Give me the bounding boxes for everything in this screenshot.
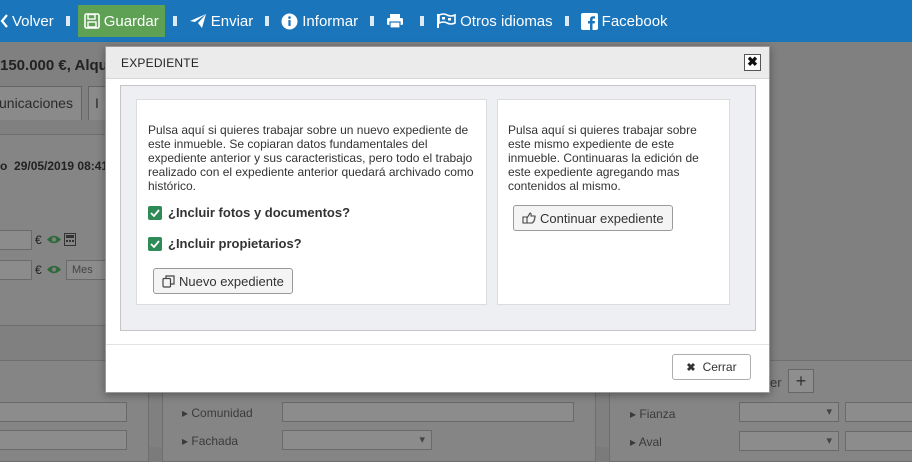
fianza-amount-input[interactable] bbox=[845, 402, 912, 422]
mes-input[interactable]: Mes bbox=[66, 260, 106, 280]
eye-icon[interactable] bbox=[46, 234, 62, 245]
dialog-title: EXPEDIENTE bbox=[121, 56, 200, 70]
currency-symbol: € bbox=[35, 233, 42, 247]
cerrar-button[interactable]: ✖ Cerrar bbox=[672, 354, 751, 380]
facebook-button[interactable]: Facebook bbox=[577, 5, 672, 37]
close-x-icon: ✖ bbox=[686, 361, 696, 374]
guardar-button[interactable]: Guardar bbox=[77, 5, 165, 37]
enviar-label: Enviar bbox=[210, 12, 254, 30]
nuevo-expediente-label: Nuevo expediente bbox=[179, 273, 284, 289]
toolbar-separator bbox=[564, 16, 569, 26]
fianza-label: ▸ Fianza bbox=[630, 407, 676, 421]
nuevo-expediente-description: Pulsa aquí si quieres trabajar sobre un … bbox=[148, 123, 474, 193]
incluir-fotos-checkbox[interactable]: ¿Incluir fotos y documentos? bbox=[148, 205, 350, 220]
printer-icon bbox=[387, 14, 404, 29]
volver-button[interactable]: Volver bbox=[0, 5, 58, 37]
incluir-propietarios-checkbox[interactable]: ¿Incluir propietarios? bbox=[148, 236, 302, 251]
save-icon bbox=[83, 13, 100, 29]
continuar-expediente-description: Pulsa aquí si quieres trabajar sobre est… bbox=[508, 123, 699, 193]
toolbar-separator bbox=[172, 16, 177, 26]
informar-button[interactable]: Informar bbox=[277, 5, 362, 37]
copy-icon bbox=[162, 274, 175, 288]
aval-select[interactable]: ▾ bbox=[739, 431, 839, 451]
checkmark-icon bbox=[148, 236, 162, 251]
toolbar-separator bbox=[65, 16, 70, 26]
volver-label: Volver bbox=[12, 12, 54, 30]
aval-amount-input[interactable] bbox=[845, 431, 912, 451]
price-input[interactable] bbox=[0, 230, 32, 250]
top-toolbar: Volver Guardar Enviar Informar Otros idi… bbox=[0, 0, 912, 42]
chevron-left-icon bbox=[0, 14, 8, 28]
continuar-expediente-button[interactable]: Continuar expediente bbox=[513, 205, 673, 231]
otros-idiomas-button[interactable]: Otros idiomas bbox=[432, 5, 557, 37]
incluir-fotos-label: ¿Incluir fotos y documentos? bbox=[168, 205, 351, 220]
hand-pointer-icon bbox=[522, 212, 536, 224]
left-field-2[interactable] bbox=[0, 430, 127, 450]
otros-idiomas-label: Otros idiomas bbox=[460, 12, 553, 30]
paper-plane-icon bbox=[189, 14, 206, 28]
eye-icon[interactable] bbox=[46, 264, 62, 275]
tab-comunicaciones[interactable]: unicaciones bbox=[0, 86, 82, 120]
fianza-select[interactable]: ▾ bbox=[739, 402, 839, 422]
nuevo-expediente-panel: Pulsa aquí si quieres trabajar sobre un … bbox=[136, 99, 487, 305]
enviar-button[interactable]: Enviar bbox=[185, 5, 258, 37]
er-label: er bbox=[770, 375, 782, 390]
property-title: 150.000 €, Alqu bbox=[0, 57, 108, 74]
toolbar-separator bbox=[265, 16, 270, 26]
guardar-label: Guardar bbox=[103, 12, 159, 30]
dialog-header: EXPEDIENTE ✖ bbox=[106, 47, 769, 79]
flag-icon bbox=[437, 13, 456, 28]
info-icon bbox=[281, 13, 298, 29]
comunidad-input[interactable] bbox=[282, 402, 574, 422]
checkmark-icon bbox=[148, 205, 162, 220]
print-button[interactable] bbox=[382, 5, 412, 37]
fachada-select[interactable]: ▾ bbox=[282, 430, 432, 450]
incluir-propietarios-label: ¿Incluir propietarios? bbox=[168, 236, 302, 251]
comunidad-label: ▸ Comunidad bbox=[182, 406, 253, 420]
add-button[interactable]: + bbox=[788, 369, 814, 393]
facebook-label: Facebook bbox=[601, 12, 668, 30]
continuar-expediente-label: Continuar expediente bbox=[540, 210, 664, 226]
footer-divider bbox=[106, 344, 769, 345]
left-field-1[interactable] bbox=[0, 402, 127, 422]
informar-label: Informar bbox=[302, 12, 359, 30]
dialog-content: Pulsa aquí si quieres trabajar sobre un … bbox=[120, 85, 756, 331]
calculator-icon[interactable] bbox=[64, 233, 76, 246]
date-label: o 29/05/2019 08:41 bbox=[0, 159, 109, 173]
currency-symbol: € bbox=[35, 263, 42, 277]
nuevo-expediente-button[interactable]: Nuevo expediente bbox=[153, 268, 293, 294]
toolbar-separator bbox=[420, 16, 425, 26]
amount-input[interactable] bbox=[0, 260, 32, 280]
expediente-dialog: EXPEDIENTE ✖ Pulsa aquí si quieres traba… bbox=[105, 46, 770, 393]
continuar-expediente-panel: Pulsa aquí si quieres trabajar sobre est… bbox=[497, 99, 730, 305]
facebook-icon bbox=[580, 12, 598, 30]
cerrar-label: Cerrar bbox=[702, 360, 737, 374]
toolbar-separator bbox=[370, 16, 375, 26]
fachada-label: ▸ Fachada bbox=[182, 434, 239, 448]
close-icon[interactable]: ✖ bbox=[744, 54, 761, 71]
